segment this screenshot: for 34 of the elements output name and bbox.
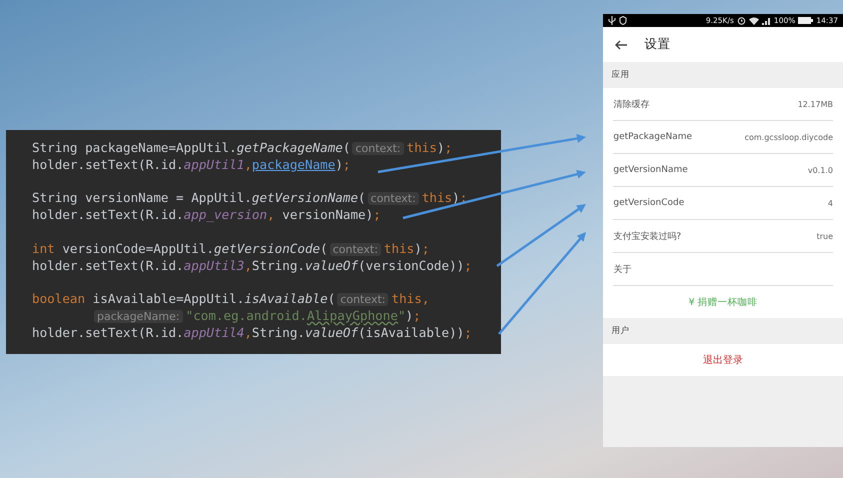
code-line: boolean isAvailable=AppUtil.isAvailable( context: this, (32, 291, 430, 308)
setting-label: getVersionName (613, 165, 688, 175)
settings-row[interactable]: getVersionName v0.1.0 (613, 154, 833, 187)
code-line: holder.setText(R.id.appUtil1,packageName); (32, 156, 351, 174)
alarm-icon (736, 16, 746, 25)
setting-value: 4 (828, 198, 833, 208)
section-title: 应用 (611, 69, 630, 81)
shield-icon (619, 16, 628, 25)
code-line: String packageName=AppUtil.getPackageName( context: this); (32, 140, 452, 157)
settings-row[interactable]: 清除缓存 12.17MB (613, 88, 833, 121)
settings-row[interactable]: 支付宝安装过吗? true (613, 220, 833, 253)
screen-title: 设置 (644, 36, 670, 53)
setting-label: getPackageName (613, 132, 692, 142)
wifi-icon (748, 16, 759, 24)
setting-label: 关于 (613, 264, 632, 276)
setting-value: v0.1.0 (808, 166, 833, 174)
settings-row[interactable]: getVersionCode 4 (613, 187, 833, 220)
code-line: holder.setText(R.id.appUtil4,String.valueOf(isAvailable)); (32, 324, 472, 342)
usb-icon (608, 16, 616, 25)
section-title: 用户 (611, 325, 630, 337)
code-line: packageName: "com.eg.android.AlipayGphone"); (92, 308, 421, 325)
setting-value: 12.17MB (798, 100, 833, 108)
setting-value: true (816, 232, 833, 240)
setting-label: getVersionCode (613, 198, 684, 208)
back-arrow-icon[interactable] (615, 40, 628, 50)
setting-value: com.gcssloop.diycode (744, 132, 833, 142)
signal-icon (762, 16, 771, 24)
battery-icon (798, 17, 814, 24)
code-line: int versionCode=AppUtil.getVersionCode( context: this); (32, 240, 430, 258)
code-line: holder.setText(R.id.app_version, versionName); (32, 207, 381, 224)
setting-label: 支付宝安装过吗? (613, 230, 682, 242)
setting-label: 清除缓存 (613, 98, 650, 110)
code-line: holder.setText(R.id.appUtil3,String.valueOf(versionCode)); (32, 258, 472, 274)
settings-row[interactable]: getPackageName com.gcssloop.diycode (613, 121, 833, 154)
